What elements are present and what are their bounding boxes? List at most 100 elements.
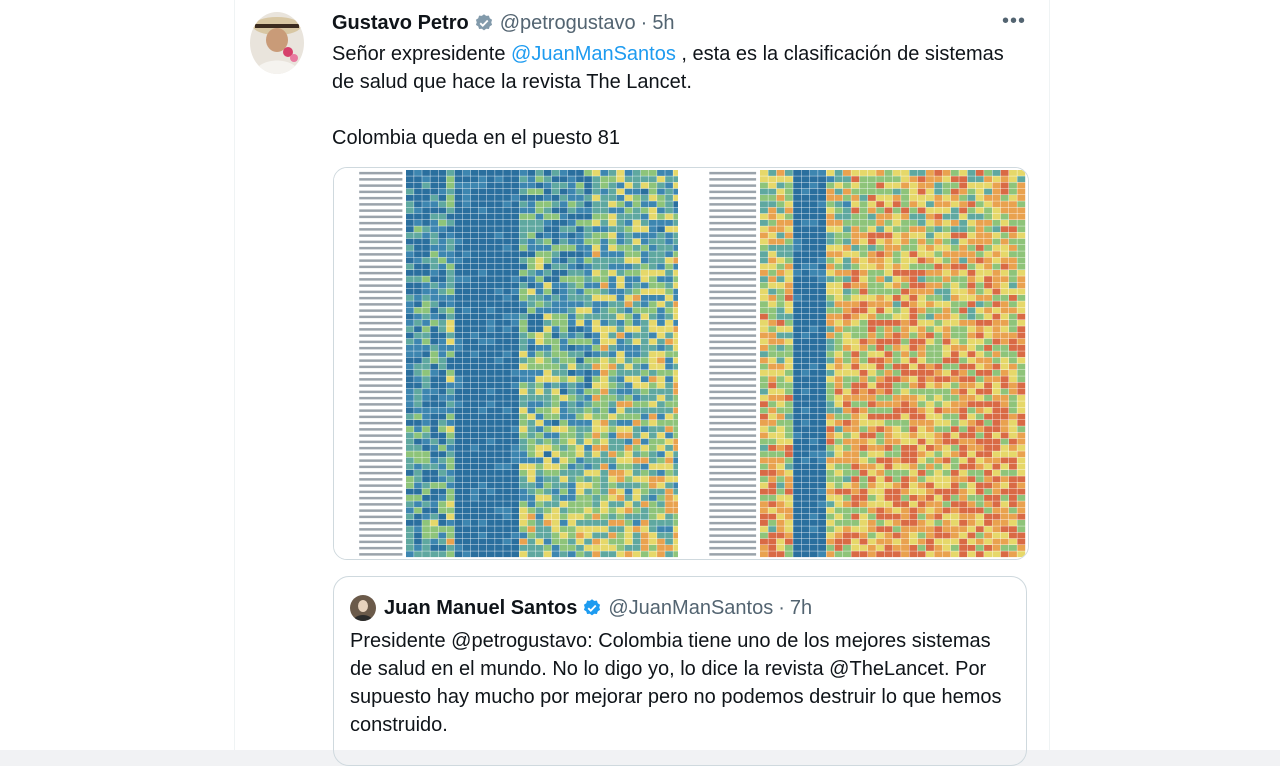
heatmap-cell: [665, 457, 673, 464]
heatmap-cell: [632, 532, 641, 539]
heatmap-cell: [665, 551, 673, 558]
heatmap-cell: [438, 388, 447, 395]
heatmap-cell: [430, 320, 438, 326]
heatmap-cell: [793, 213, 802, 220]
heatmap-cell: [495, 301, 503, 308]
heatmap-cell: [649, 182, 657, 189]
heatmap-cell: [901, 507, 909, 514]
heatmap-cell: [414, 382, 422, 389]
heatmap-cell: [665, 420, 673, 426]
heatmap-cell: [576, 288, 584, 295]
heatmap-cell: [1017, 426, 1026, 433]
heatmap-cell: [624, 532, 633, 539]
heatmap-cell: [942, 201, 951, 208]
heatmap-cell: [950, 182, 959, 189]
heatmap-cell: [535, 207, 544, 214]
heatmap-cell: [975, 507, 984, 514]
heatmap-cell: [503, 345, 511, 351]
heatmap-cell: [559, 388, 568, 395]
heatmap-cell: [959, 270, 968, 276]
heatmap-cell: [776, 213, 785, 220]
heatmap-cell: [809, 207, 818, 214]
author-handle[interactable]: @petrogustavo: [500, 12, 636, 35]
heatmap-cell: [495, 488, 503, 495]
quoted-tweet[interactable]: Juan Manuel Santos @JuanManSantos · 7h P…: [333, 576, 1027, 766]
heatmap-cell: [559, 251, 568, 258]
heatmap-cell: [608, 176, 617, 183]
heatmap-cell: [519, 257, 528, 264]
heatmap-cell: [592, 532, 600, 539]
heatmap-cell: [760, 207, 768, 214]
heatmap-cell: [487, 526, 495, 533]
author-avatar[interactable]: [250, 12, 304, 74]
heatmap-cell: [632, 463, 641, 470]
heatmap-cell: [632, 451, 641, 458]
tweet-time[interactable]: 5h: [652, 12, 674, 35]
heatmap-cell: [438, 282, 447, 289]
heatmap-cell: [901, 326, 909, 333]
heatmap-cell: [454, 438, 463, 445]
heatmap-cell: [867, 482, 876, 489]
heatmap-cell: [892, 301, 901, 308]
heatmap-cell: [608, 438, 617, 445]
heatmap-cell: [600, 263, 609, 270]
heatmap-cell: [768, 545, 777, 551]
heatmap-cell: [600, 376, 609, 383]
heatmap-cell: [784, 532, 793, 539]
heatmap-cell: [414, 320, 422, 326]
heatmap-cell: [967, 332, 976, 339]
row-label-mark: [709, 209, 757, 212]
heatmap-cell: [495, 195, 503, 201]
row-label-mark: [709, 378, 757, 381]
heatmap-cell: [446, 357, 455, 364]
heatmap-cell: [657, 357, 665, 364]
heatmap-cell: [600, 420, 609, 426]
row-label-mark: [359, 509, 403, 512]
heatmap-cell: [584, 401, 592, 408]
heatmap-cell: [1009, 432, 1017, 439]
heatmap-cell: [818, 201, 826, 208]
heatmap-cell: [843, 332, 851, 339]
heatmap-cell: [462, 420, 471, 426]
heatmap-cell: [422, 326, 430, 333]
heatmap-cell: [446, 201, 455, 208]
heatmap-cell: [793, 170, 802, 176]
heatmap-cell: [984, 201, 992, 208]
heatmap-cell: [967, 245, 976, 251]
heatmap-cell: [446, 407, 455, 414]
heatmap-cell: [527, 245, 536, 251]
heatmap-cell: [1017, 370, 1026, 376]
heatmap-cell: [608, 213, 617, 220]
heatmap-cell: [901, 357, 909, 364]
heatmap-cell: [649, 220, 657, 226]
heatmap-cell: [876, 407, 885, 414]
heatmap-cell: [793, 332, 802, 339]
heatmap-cell: [1000, 470, 1009, 476]
heatmap-cell: [917, 520, 926, 526]
heatmap-cell: [406, 345, 414, 351]
heatmap-cell: [487, 338, 495, 345]
more-options-icon[interactable]: •••: [1000, 11, 1028, 34]
heatmap-cell: [608, 363, 617, 370]
heatmap-cell: [608, 338, 617, 345]
heatmap-cell: [527, 251, 536, 258]
heatmap-cell: [632, 476, 641, 483]
heatmap-cell: [851, 326, 860, 333]
heatmap-cell: [543, 476, 552, 483]
heatmap-cell: [975, 226, 984, 233]
mention-link[interactable]: @JuanManSantos: [511, 43, 676, 65]
heatmap-cell: [793, 351, 802, 358]
tweet-image[interactable]: [333, 167, 1029, 560]
heatmap-cell: [909, 513, 918, 520]
author-name[interactable]: Gustavo Petro: [332, 12, 469, 35]
heatmap-cell: [776, 370, 785, 376]
heatmap-cell: [776, 245, 785, 251]
heatmap-cell: [495, 351, 503, 358]
heatmap-cell: [917, 201, 926, 208]
heatmap-cell: [608, 257, 617, 264]
heatmap-cell: [470, 226, 479, 233]
heatmap-cell: [649, 357, 657, 364]
heatmap-cell: [859, 488, 868, 495]
heatmap-cell: [859, 376, 868, 383]
heatmap-cell: [624, 520, 633, 526]
